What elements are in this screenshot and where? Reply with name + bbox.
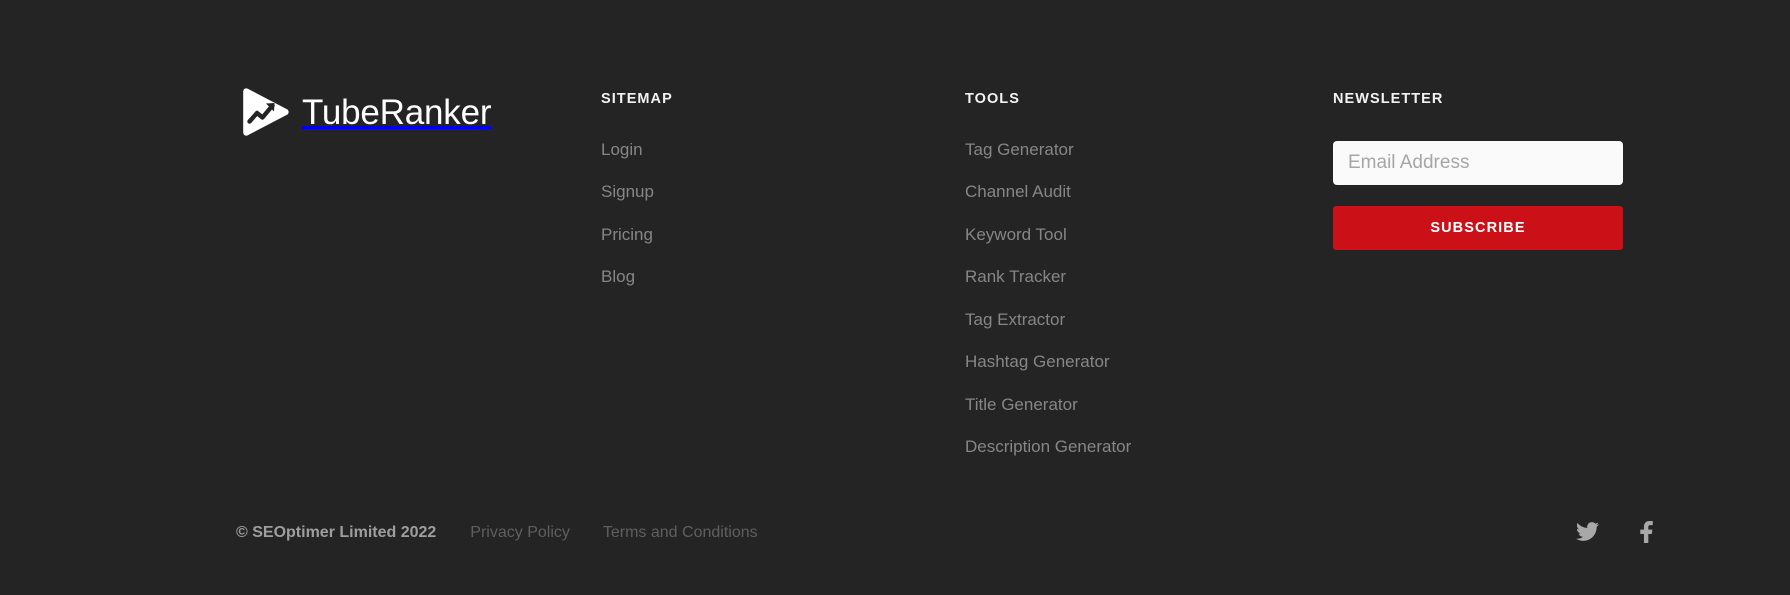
terms-and-conditions-link[interactable]: Terms and Conditions [603, 525, 758, 541]
tools-link-tag-extractor[interactable]: Tag Extractor [965, 311, 1131, 328]
list-item: Hashtag Generator [965, 353, 1131, 370]
list-item: Title Generator [965, 396, 1131, 413]
social-links [1574, 518, 1660, 544]
footer-column-newsletter: NEWSLETTER SUBSCRIBE [1333, 92, 1623, 250]
newsletter-form: SUBSCRIBE [1333, 141, 1623, 250]
sitemap-link-signup[interactable]: Signup [601, 183, 673, 200]
list-item: Keyword Tool [965, 226, 1131, 243]
facebook-icon[interactable] [1634, 518, 1660, 544]
brand-logo-link[interactable]: TubeRanker [238, 88, 491, 136]
site-footer: TubeRanker SITEMAP Login Signup Pricing … [0, 0, 1790, 595]
tools-link-list: Tag Generator Channel Audit Keyword Tool… [965, 141, 1131, 456]
tools-link-keyword-tool[interactable]: Keyword Tool [965, 226, 1131, 243]
email-input[interactable] [1333, 141, 1623, 185]
list-item: Blog [601, 268, 673, 285]
copyright-text: © SEOptimer Limited 2022 [236, 525, 436, 541]
footer-column-sitemap: SITEMAP Login Signup Pricing Blog [601, 92, 673, 311]
sitemap-heading: SITEMAP [601, 92, 673, 107]
tools-heading: TOOLS [965, 92, 1131, 107]
subscribe-button[interactable]: SUBSCRIBE [1333, 206, 1623, 250]
footer-main-columns: TubeRanker SITEMAP Login Signup Pricing … [0, 0, 1790, 500]
list-item: Rank Tracker [965, 268, 1131, 285]
tools-link-title-generator[interactable]: Title Generator [965, 396, 1131, 413]
list-item: Channel Audit [965, 183, 1131, 200]
list-item: Signup [601, 183, 673, 200]
list-item: Tag Generator [965, 141, 1131, 158]
sitemap-link-login[interactable]: Login [601, 141, 673, 158]
play-chart-icon [238, 88, 291, 136]
tools-link-channel-audit[interactable]: Channel Audit [965, 183, 1131, 200]
sitemap-link-pricing[interactable]: Pricing [601, 226, 673, 243]
sitemap-link-list: Login Signup Pricing Blog [601, 141, 673, 286]
newsletter-heading: NEWSLETTER [1333, 92, 1623, 107]
tools-link-hashtag-generator[interactable]: Hashtag Generator [965, 353, 1131, 370]
list-item: Description Generator [965, 438, 1131, 455]
twitter-icon[interactable] [1574, 518, 1600, 544]
sitemap-link-blog[interactable]: Blog [601, 268, 673, 285]
brand-name: TubeRanker [302, 95, 491, 130]
footer-legal-group: © SEOptimer Limited 2022 Privacy Policy … [236, 525, 758, 541]
footer-bottom-bar: © SEOptimer Limited 2022 Privacy Policy … [0, 500, 1790, 595]
list-item: Login [601, 141, 673, 158]
list-item: Pricing [601, 226, 673, 243]
list-item: Tag Extractor [965, 311, 1131, 328]
tools-link-rank-tracker[interactable]: Rank Tracker [965, 268, 1131, 285]
tools-link-tag-generator[interactable]: Tag Generator [965, 141, 1131, 158]
footer-column-tools: TOOLS Tag Generator Channel Audit Keywor… [965, 92, 1131, 481]
privacy-policy-link[interactable]: Privacy Policy [470, 525, 570, 541]
tools-link-description-generator[interactable]: Description Generator [965, 438, 1131, 455]
